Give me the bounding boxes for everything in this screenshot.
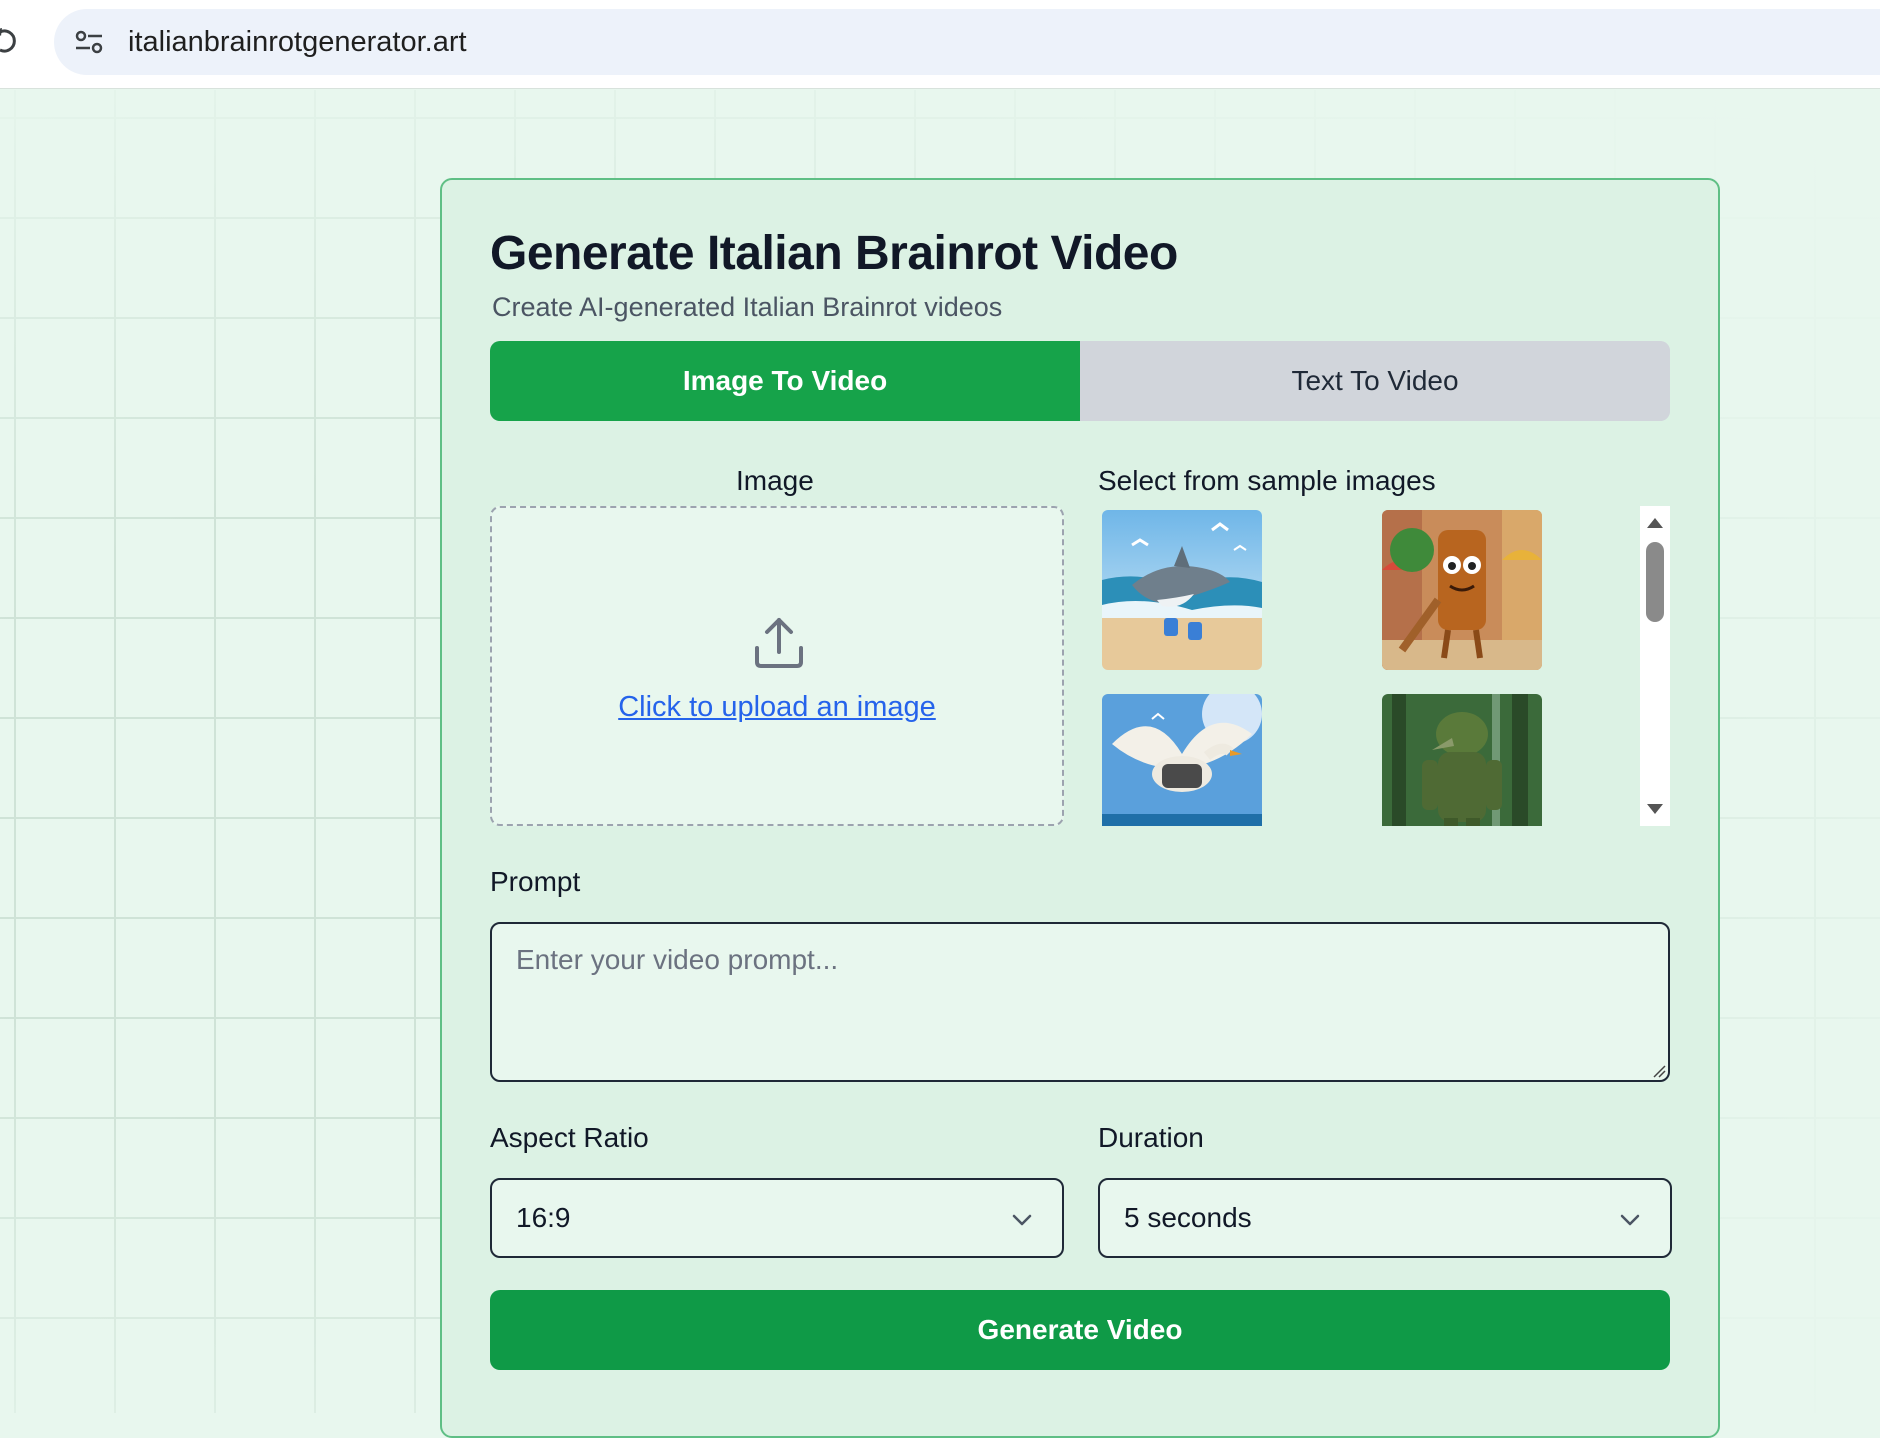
scrollbar-thumb[interactable]: [1646, 542, 1664, 622]
duration-label: Duration: [1098, 1122, 1204, 1153]
upload-image-link[interactable]: Click to upload an image: [492, 691, 1062, 724]
generator-card: Generate Italian Brainrot Video Create A…: [440, 178, 1720, 1438]
tree-creature-forest-image[interactable]: [1382, 694, 1542, 826]
upload-icon: [755, 618, 803, 668]
page-title: Generate Italian Brainrot Video: [490, 227, 1178, 280]
mode-tabs: Image To Video Text To Video: [490, 341, 1670, 421]
generate-video-button[interactable]: Generate Video: [490, 1290, 1670, 1370]
aspect-ratio-select[interactable]: 16:9: [490, 1178, 1064, 1258]
resize-handle-icon[interactable]: [1652, 1064, 1666, 1078]
tab-image-to-video[interactable]: Image To Video: [490, 341, 1080, 421]
samples-scrollbar[interactable]: [1640, 506, 1670, 826]
duration-value: 5 seconds: [1124, 1202, 1252, 1233]
reload-icon[interactable]: [0, 26, 20, 58]
scroll-up-icon[interactable]: [1647, 518, 1663, 528]
wooden-log-character-street-image[interactable]: [1382, 510, 1542, 670]
tab-text-to-video[interactable]: Text To Video: [1080, 341, 1670, 421]
prompt-label: Prompt: [490, 866, 581, 897]
aspect-ratio-label: Aspect Ratio: [490, 1122, 649, 1153]
shark-sneakers-beach-image[interactable]: [1102, 510, 1262, 670]
prompt-textarea[interactable]: [490, 922, 1670, 1082]
page-subtitle: Create AI-generated Italian Brainrot vid…: [492, 292, 1003, 322]
address-bar[interactable]: italianbrainrotgenerator.art: [54, 9, 1880, 75]
browser-toolbar: italianbrainrotgenerator.art: [0, 0, 1880, 89]
aspect-ratio-value: 16:9: [516, 1202, 571, 1233]
duration-select[interactable]: 5 seconds: [1098, 1178, 1672, 1258]
sample-images-grid: [1098, 506, 1670, 826]
url-text[interactable]: italianbrainrotgenerator.art: [128, 23, 467, 61]
chevron-down-icon: [1012, 1214, 1032, 1226]
goose-bomber-ocean-image[interactable]: [1102, 694, 1262, 826]
scroll-down-icon[interactable]: [1647, 804, 1663, 814]
site-settings-icon[interactable]: [74, 29, 104, 55]
sample-images-label: Select from sample images: [1098, 465, 1436, 496]
image-label: Image: [736, 465, 814, 496]
chevron-down-icon: [1620, 1214, 1640, 1226]
image-upload-dropzone[interactable]: Click to upload an image: [490, 506, 1064, 826]
